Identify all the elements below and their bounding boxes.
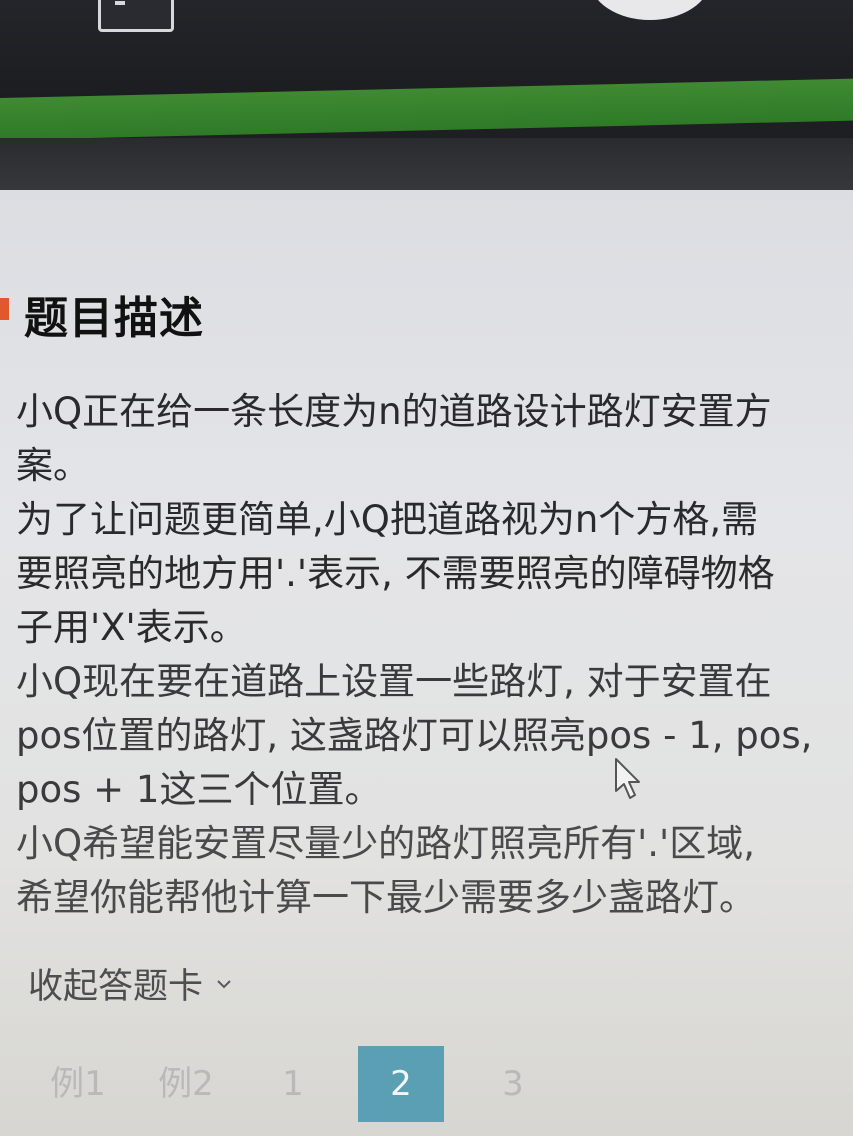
avatar[interactable] [590, 0, 710, 20]
section-accent-marker [0, 298, 9, 320]
description-line: 子用'X'表示。 [16, 606, 247, 649]
problem-description: 小Q正在给一条长度为n的道路设计路灯安置方 案。 为了让问题更简单,小Q把道路视… [16, 385, 846, 925]
description-line: pos位置的路灯, 这盏路灯可以照亮pos - 1, pos, [16, 714, 813, 757]
description-line: 案。 [16, 444, 90, 487]
section-title: 题目描述 [24, 293, 204, 344]
mouse-pointer-icon [615, 758, 640, 799]
tab-question-1[interactable]: 1 [268, 1046, 318, 1122]
collapse-answer-card-label: 收起答题卡 [28, 967, 204, 1007]
tab-question-3[interactable]: 3 [488, 1046, 538, 1122]
window-icon[interactable] [98, 0, 174, 32]
window-icon-glyph [115, 1, 125, 5]
description-line: 小Q正在给一条长度为n的道路设计路灯安置方 [16, 390, 772, 433]
description-line: 小Q希望能安置尽量少的路灯照亮所有'.'区域, [16, 822, 755, 865]
tab-example-2[interactable]: 例2 [146, 1046, 226, 1122]
tab-example-1[interactable]: 例1 [40, 1046, 116, 1122]
collapse-answer-card-toggle[interactable]: 收起答题卡 [28, 958, 233, 1009]
description-line: 小Q现在要在道路上设置一些路灯, 对于安置在 [16, 660, 772, 703]
description-line: 希望你能帮他计算一下最少需要多少盏路灯。 [16, 876, 756, 919]
description-line: 要照亮的地方用'.'表示, 不需要照亮的障碍物格 [16, 552, 775, 595]
tab-question-2[interactable]: 2 [358, 1046, 444, 1122]
chevron-down-icon [217, 979, 231, 988]
description-line: pos + 1这三个位置。 [16, 768, 382, 811]
description-line: 为了让问题更简单,小Q把道路视为n个方格,需 [16, 498, 759, 541]
